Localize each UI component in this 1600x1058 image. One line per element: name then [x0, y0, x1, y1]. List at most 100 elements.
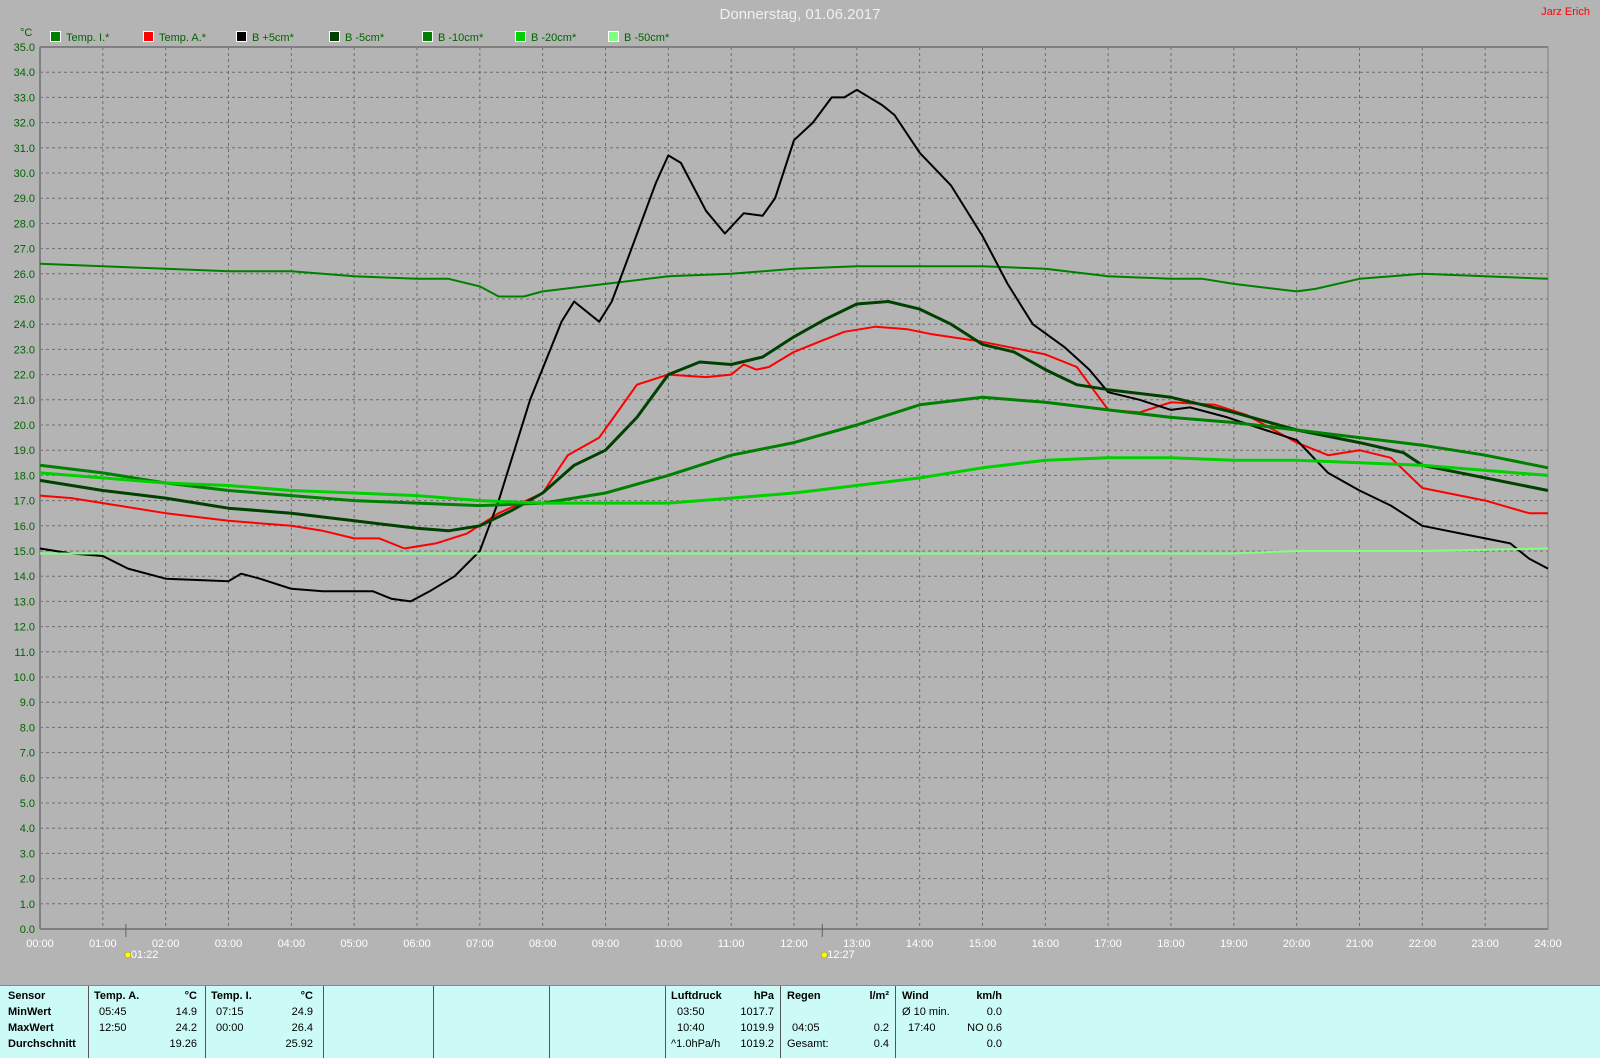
y-tick-label: 9.0: [20, 697, 35, 709]
y-tick-label: 7.0: [20, 748, 35, 760]
legend-swatch: [422, 31, 433, 42]
sensor-header: Sensor: [8, 990, 46, 1002]
chart-title: Donnerstag, 01.06.2017: [719, 6, 881, 23]
y-tick-label: 23.0: [14, 344, 35, 356]
temp-a-unit: °C: [184, 990, 197, 1002]
stats-col-sensor: Sensor MinWert MaxWert Durchschnitt: [0, 986, 88, 1058]
temp-i-avg: 25.92: [285, 1038, 313, 1050]
legend-item: Temp. I.*: [50, 31, 109, 44]
marker-label: 12:27: [827, 949, 855, 961]
x-tick-label: 22:00: [1409, 938, 1437, 950]
rain-max: 0.2: [873, 1022, 889, 1034]
legend-item: B -5cm*: [329, 31, 384, 44]
chart: 0.0 1.0 2.0 3.0 4.0 5.0 6.0 7.0 8.0 9.0 10.0 11.0 12…: [14, 27, 1562, 961]
y-tick-label: 29.0: [14, 193, 35, 205]
rain-header: Regen: [787, 990, 821, 1002]
temp-i-max-time: 00:00: [216, 1022, 244, 1034]
wind-current: 0.0: [986, 1038, 1002, 1050]
legend-item: B +5cm*: [236, 31, 294, 44]
marker-label: 01:22: [131, 949, 159, 961]
legend-label: Temp. I.*: [66, 32, 110, 44]
x-tick-label: 18:00: [1157, 938, 1185, 950]
legend-swatch: [515, 31, 526, 42]
y-tick-label: 15.0: [14, 546, 35, 558]
x-tick-label: 23:00: [1471, 938, 1499, 950]
wind-unit: km/h: [976, 990, 1002, 1002]
row-label-max: MaxWert: [8, 1022, 54, 1034]
legend-item: B -10cm*: [422, 31, 483, 44]
rain-unit: l/m²: [869, 990, 889, 1002]
y-tick-label: 13.0: [14, 596, 35, 608]
y-tick-label: 18.0: [14, 470, 35, 482]
temp-i-unit: °C: [300, 990, 313, 1002]
legend-swatch: [608, 31, 619, 42]
y-tick-label: 12.0: [14, 622, 35, 634]
x-tick-label: 01:00: [89, 938, 117, 950]
legend-item: Temp. A.*: [143, 31, 206, 44]
y-tick-label: 26.0: [14, 269, 35, 281]
x-tick-label: 07:00: [466, 938, 494, 950]
x-tick-label: 12:00: [780, 938, 808, 950]
pressure-max: 1019.9: [740, 1022, 774, 1034]
y-tick-label: 19.0: [14, 445, 35, 457]
pressure-current: 1019.2: [740, 1038, 774, 1050]
legend-swatch: [329, 31, 340, 42]
y-tick-label: 5.0: [20, 798, 35, 810]
stats-col-pressure: Luftdruck hPa 03:50 1017.7 10:40 1019.9 …: [665, 986, 780, 1058]
pressure-min: 1017.7: [740, 1006, 774, 1018]
y-tick-label: 6.0: [20, 773, 35, 785]
x-tick-label: 08:00: [529, 938, 557, 950]
temp-a-avg: 19.26: [169, 1038, 197, 1050]
y-tick-label: 28.0: [14, 218, 35, 230]
y-axis-label: °C: [20, 27, 32, 39]
y-tick-label: 8.0: [20, 722, 35, 734]
temp-i-header: Temp. I.: [211, 990, 252, 1002]
x-tick-label: 19:00: [1220, 938, 1248, 950]
y-tick-label: 17.0: [14, 496, 35, 508]
stats-col-temp-i: Temp. I. °C 07:15 24.9 00:00 26.4 25.92: [205, 986, 323, 1058]
x-tick-label: 15:00: [969, 938, 997, 950]
x-tick-label: 20:00: [1283, 938, 1311, 950]
x-tick-label: 04:00: [278, 938, 306, 950]
y-tick-label: 1.0: [20, 899, 35, 911]
wind-avg-label: Ø 10 min.: [902, 1006, 950, 1018]
wind-max: NO 0.6: [967, 1022, 1002, 1034]
legend-item: B -50cm*: [608, 31, 669, 44]
x-tick-label: 24:00: [1534, 938, 1562, 950]
x-tick-label: 05:00: [340, 938, 368, 950]
y-tick-label: 20.0: [14, 420, 35, 432]
wind-header: Wind: [902, 990, 929, 1002]
y-tick-label: 16.0: [14, 521, 35, 533]
temp-a-max-time: 12:50: [99, 1022, 127, 1034]
stats-col-empty-3: [549, 986, 665, 1058]
y-tick-label: 22.0: [14, 370, 35, 382]
y-tick-label: 35.0: [14, 42, 35, 54]
y-tick-label: 25.0: [14, 294, 35, 306]
x-tick-label: 00:00: [26, 938, 54, 950]
legend-label: B +5cm*: [252, 32, 294, 44]
x-tick-label: 14:00: [906, 938, 934, 950]
wind-max-time: 17:40: [908, 1022, 936, 1034]
row-label-avg: Durchschnitt: [8, 1038, 76, 1050]
y-tick-label: 4.0: [20, 823, 35, 835]
x-tick-label: 17:00: [1094, 938, 1122, 950]
y-tick-label: 14.0: [14, 571, 35, 583]
temp-a-min: 14.9: [175, 1006, 197, 1018]
wind-avg: 0.0: [986, 1006, 1002, 1018]
stats-col-empty-1: [323, 986, 433, 1058]
x-tick-label: 16:00: [1032, 938, 1060, 950]
temp-i-min: 24.9: [291, 1006, 313, 1018]
stats-col-empty-2: [433, 986, 549, 1058]
y-tick-label: 32.0: [14, 118, 35, 130]
x-tick-label: 11:00: [718, 938, 745, 950]
y-tick-label: 34.0: [14, 67, 35, 79]
x-tick-label: 09:00: [592, 938, 620, 950]
legend-swatch: [50, 31, 61, 42]
author-label: Jarz Erich: [1541, 6, 1590, 18]
temp-a-max: 24.2: [175, 1022, 197, 1034]
x-tick-label: 03:00: [215, 938, 243, 950]
stats-col-wind: Wind km/h Ø 10 min. 0.0 17:40 NO 0.6 0.0: [895, 986, 1010, 1058]
y-tick-label: 3.0: [20, 848, 35, 860]
rain-total-label: Gesamt:: [787, 1038, 829, 1050]
y-tick-label: 21.0: [14, 395, 35, 407]
